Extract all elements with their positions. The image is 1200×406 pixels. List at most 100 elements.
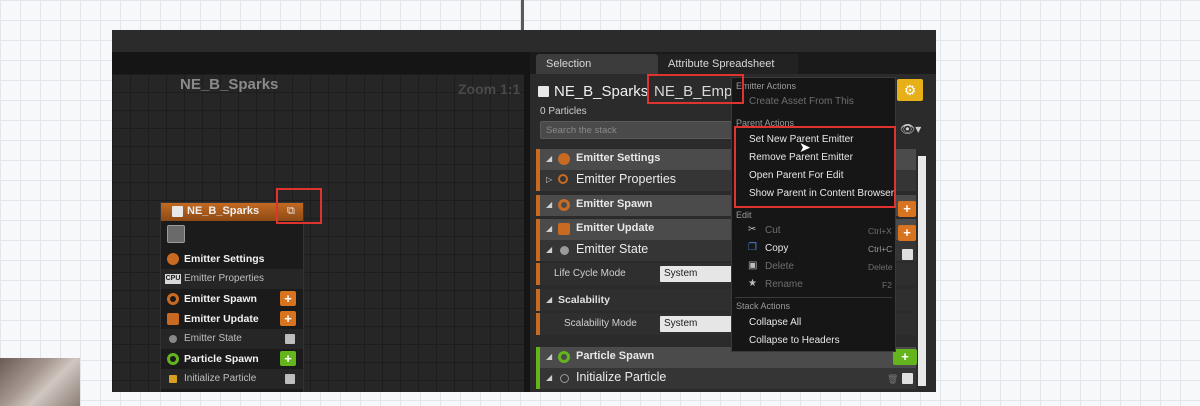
- particle-spawn-icon: [167, 353, 179, 365]
- enable-checkbox[interactable]: [172, 206, 183, 217]
- emitter-update-icon: [558, 223, 570, 235]
- expand-arrow-icon[interactable]: ▷: [546, 175, 552, 184]
- add-module-button[interactable]: +: [280, 311, 296, 326]
- cut-icon: ✂: [748, 224, 757, 235]
- node-row-label: Initialize Particle: [184, 373, 257, 384]
- shortcut-cut: Ctrl+X: [868, 226, 892, 236]
- graph-zoom-label: Zoom 1:1: [458, 81, 521, 97]
- webcam-overlay: [0, 358, 80, 406]
- delete-icon: ▣: [748, 260, 758, 271]
- collapse-arrow-icon[interactable]: ◢: [546, 373, 552, 382]
- collapse-arrow-icon[interactable]: ◢: [546, 154, 552, 163]
- collapse-arrow-icon[interactable]: ◢: [546, 352, 552, 361]
- particle-count: 0 Particles: [540, 106, 587, 117]
- tab-attribute-spreadsheet[interactable]: Attribute Spreadsheet: [658, 54, 798, 74]
- menu-item-delete[interactable]: Delete: [765, 261, 794, 272]
- add-particle-spawn-button[interactable]: +: [893, 349, 917, 365]
- emitter-update-icon: [167, 313, 179, 325]
- menu-item-collapse-to-headers[interactable]: Collapse to Headers: [749, 335, 840, 346]
- divider-line: [521, 0, 524, 30]
- module-icon: [560, 246, 569, 255]
- node-row-emitter-settings[interactable]: Emitter Settings: [161, 249, 303, 269]
- emitter-settings-icon: [558, 153, 570, 165]
- shortcut-rename: F2: [882, 280, 892, 290]
- node-row-label: Emitter Settings: [184, 253, 265, 265]
- emitter-spawn-icon: [558, 199, 570, 211]
- toolbar-strip: [112, 30, 936, 52]
- add-module-button[interactable]: +: [280, 291, 296, 306]
- rename-icon: ★: [748, 278, 757, 289]
- copy-icon: ❐: [748, 242, 757, 253]
- highlight-open-icon: [276, 188, 322, 224]
- module-icon: [169, 335, 177, 343]
- node-graph[interactable]: NE_B_Sparks Zoom 1:1 NE_B_Sparks ⧉ Emitt…: [112, 74, 524, 392]
- node-row-particle-spawn[interactable]: Particle Spawn +: [161, 349, 303, 369]
- menu-item-create-asset[interactable]: Create Asset From This: [749, 96, 854, 107]
- add-module-button[interactable]: +: [280, 351, 296, 366]
- stack-header-label: Emitter Spawn: [576, 198, 653, 210]
- shortcut-delete: Delete: [868, 262, 893, 272]
- property-label: Life Cycle Mode: [554, 268, 626, 279]
- scrollbar[interactable]: [918, 156, 926, 386]
- collapse-arrow-icon[interactable]: ◢: [546, 245, 552, 254]
- stack-header-label: Emitter Settings: [576, 152, 661, 164]
- module-enable-checkbox[interactable]: [285, 334, 295, 344]
- highlight-parent-actions: [734, 126, 896, 208]
- scalability-mode-dropdown[interactable]: System: [660, 316, 740, 332]
- cpu-badge: CPU: [165, 274, 181, 284]
- stack-header-label: Particle Spawn: [576, 350, 655, 362]
- emitter-thumbnail: [167, 225, 185, 243]
- section-edit: Edit: [736, 210, 752, 220]
- stack-item-initialize-particle[interactable]: ◢ Initialize Particle: [536, 368, 916, 389]
- section-stack-actions: Stack Actions: [736, 301, 791, 311]
- emitter-node-title: NE_B_Sparks: [187, 205, 260, 217]
- module-enable-checkbox[interactable]: [285, 374, 295, 384]
- properties-icon: [558, 174, 568, 184]
- menu-item-collapse-all[interactable]: Collapse All: [749, 317, 801, 328]
- gear-icon[interactable]: ⚙: [897, 79, 923, 101]
- emitter-node[interactable]: NE_B_Sparks ⧉ Emitter Settings CPU Emitt…: [160, 202, 304, 392]
- emitter-enable-checkbox[interactable]: [538, 86, 549, 97]
- emitter-state-checkbox[interactable]: [902, 249, 913, 260]
- stack-item-label: Emitter State: [576, 242, 649, 256]
- life-cycle-mode-dropdown[interactable]: System: [660, 266, 740, 282]
- trash-icon[interactable]: 🗑: [887, 374, 898, 385]
- graph-title: NE_B_Sparks: [180, 76, 279, 93]
- node-row-label: Emitter Properties: [184, 273, 265, 284]
- collapse-arrow-icon[interactable]: ◢: [546, 295, 552, 304]
- module-icon: [560, 374, 569, 383]
- node-row-label: Emitter State: [184, 333, 242, 344]
- node-row-label: Emitter Update: [184, 313, 259, 325]
- property-label: Scalability Mode: [564, 318, 637, 329]
- node-row-label: Particle Spawn: [184, 353, 259, 365]
- add-emitter-spawn-button[interactable]: +: [898, 201, 916, 217]
- section-emitter-actions: Emitter Actions: [736, 81, 797, 91]
- collapse-arrow-icon[interactable]: ◢: [546, 224, 552, 233]
- particle-spawn-icon: [558, 351, 570, 363]
- collapse-arrow-icon[interactable]: ◢: [546, 200, 552, 209]
- add-emitter-update-button[interactable]: +: [898, 225, 916, 241]
- node-row-initialize-particle[interactable]: Initialize Particle: [161, 369, 303, 389]
- node-row-emitter-update[interactable]: Emitter Update +: [161, 309, 303, 329]
- node-row-emitter-state[interactable]: Emitter State: [161, 329, 303, 349]
- scalability-label: Scalability: [558, 294, 610, 306]
- eye-icon[interactable]: 👁▾: [900, 122, 921, 136]
- context-menu: Emitter Actions Create Asset From This P…: [731, 77, 896, 352]
- menu-item-rename[interactable]: Rename: [765, 279, 803, 290]
- emitter-settings-icon: [167, 253, 179, 265]
- menu-item-copy[interactable]: Copy: [765, 243, 788, 254]
- tab-selection[interactable]: Selection: [536, 54, 658, 74]
- module-icon: [169, 375, 177, 383]
- stack-item-label: Emitter Properties: [576, 172, 677, 186]
- initialize-particle-checkbox[interactable]: [902, 373, 913, 384]
- menu-item-cut[interactable]: Cut: [765, 225, 781, 236]
- search-stack-input[interactable]: Search the stack: [540, 121, 740, 139]
- highlight-parent-name: [647, 74, 744, 104]
- node-row-emitter-spawn[interactable]: Emitter Spawn +: [161, 289, 303, 309]
- node-row-label: Emitter Spawn: [184, 293, 257, 305]
- emitter-spawn-icon: [167, 293, 179, 305]
- shortcut-copy: Ctrl+C: [868, 244, 893, 254]
- emitter-name: NE_B_Sparks: [554, 83, 649, 100]
- stack-header-label: Emitter Update: [576, 222, 655, 234]
- node-row-emitter-properties[interactable]: CPU Emitter Properties: [161, 269, 303, 289]
